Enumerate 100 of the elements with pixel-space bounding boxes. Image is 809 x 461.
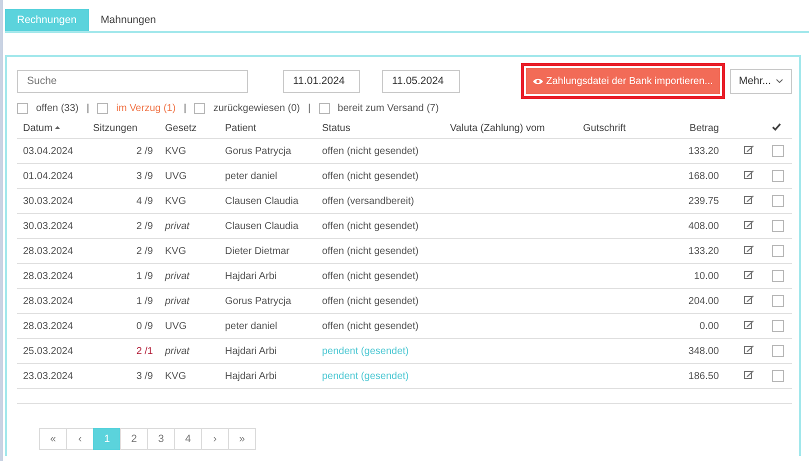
table-cell: Gorus Patrycja (225, 296, 292, 306)
edit-icon[interactable] (744, 195, 754, 204)
table-cell: Dieter Dietmar (225, 246, 290, 256)
date-field[interactable]: 11.05.2024 (382, 70, 460, 92)
table-cell: privat (165, 346, 190, 356)
page-button[interactable]: › (201, 428, 229, 450)
table-cell: 133.20 (688, 146, 719, 156)
edit-icon[interactable] (744, 370, 754, 379)
table-cell: KVG (165, 196, 186, 206)
table-cell: offen (nicht gesendet) (322, 246, 419, 256)
filter-label[interactable]: bereit zum Versand (7) (338, 102, 439, 114)
column-header[interactable]: Gutschrift (577, 118, 653, 138)
table-cell: 30.03.2024 (23, 196, 74, 206)
filter-label[interactable]: zurückgewiesen (0) (213, 102, 300, 114)
table-cell: Hajdari Arbi (225, 370, 277, 382)
more-button[interactable]: Mehr... (730, 68, 792, 94)
table-cell: 23.03.2024 (23, 370, 74, 382)
table-cell: privat (165, 270, 190, 282)
table-cell: 0 /9 (136, 320, 153, 332)
edit-icon[interactable] (744, 170, 754, 179)
table-cell: 168.00 (688, 170, 719, 182)
table-cell: 408.00 (688, 220, 719, 232)
table-cell: 2 /1 (136, 346, 153, 356)
column-header[interactable]: Sitzungen (87, 118, 159, 138)
table-cell: 25.03.2024 (23, 346, 74, 356)
table-cell: 204.00 (688, 296, 719, 306)
column-header[interactable]: Status (316, 118, 444, 138)
table-cell: Clausen Claudia (225, 196, 298, 206)
checkbox[interactable] (772, 345, 784, 357)
column-header[interactable]: Patient (219, 118, 316, 138)
column-header[interactable]: Betrag (653, 118, 725, 138)
table-cell: offen (nicht gesendet) (322, 220, 419, 232)
table-cell: 1 /9 (136, 296, 153, 306)
table-cell: 2 /9 (136, 246, 153, 256)
table-cell: 30.03.2024 (23, 220, 74, 232)
page-button[interactable]: « (39, 428, 67, 450)
table-cell: Clausen Claudia (225, 220, 298, 232)
checkmark-icon[interactable] (772, 122, 781, 130)
checkbox[interactable] (17, 102, 28, 114)
checkbox[interactable] (772, 370, 784, 382)
filter-label[interactable]: offen (33) (36, 102, 79, 114)
table-cell: offen (versandbereit) (322, 196, 414, 206)
edit-icon[interactable] (744, 145, 754, 154)
table-cell: 28.03.2024 (23, 270, 74, 282)
column-header[interactable]: Valuta (Zahlung) vom (444, 118, 577, 138)
column-header[interactable]: Datum (17, 118, 87, 138)
table-cell: offen (nicht gesendet) (322, 296, 419, 306)
table-cell: 01.04.2024 (23, 170, 74, 182)
table-cell: Hajdari Arbi (225, 346, 277, 356)
table-cell: Hajdari Arbi (225, 270, 277, 282)
table-cell: 3 /9 (136, 370, 153, 382)
table-cell: 28.03.2024 (23, 320, 74, 332)
tab[interactable]: Mahnungen (88, 9, 168, 31)
edit-icon[interactable] (744, 320, 754, 329)
separator: | (184, 102, 186, 114)
table-cell: privat (165, 296, 190, 306)
separator: | (308, 102, 311, 114)
table-cell: KVG (165, 146, 186, 156)
table-cell: 28.03.2024 (23, 296, 74, 306)
edit-icon[interactable] (744, 220, 754, 229)
checkbox[interactable] (97, 102, 108, 114)
date-field[interactable]: 11.01.2024 (283, 70, 360, 92)
checkbox[interactable] (772, 295, 784, 307)
checkbox[interactable] (194, 102, 206, 114)
table-cell: 10.00 (694, 270, 719, 282)
table-cell: 348.00 (688, 346, 719, 356)
table-cell: peter daniel (225, 170, 278, 182)
table-cell: peter daniel (225, 320, 278, 332)
page-button[interactable]: 3 (147, 428, 175, 450)
table-cell: privat (165, 220, 190, 232)
checkbox[interactable] (772, 195, 784, 207)
table-cell: 133.20 (688, 246, 719, 256)
table-cell: 4 /9 (136, 196, 153, 206)
checkbox[interactable] (772, 245, 784, 257)
search-field[interactable]: Suche (17, 70, 248, 92)
checkbox[interactable] (772, 270, 784, 282)
table-cell: UVG (165, 170, 187, 182)
edit-icon[interactable] (744, 245, 754, 254)
checkbox[interactable] (318, 102, 330, 114)
eye-icon (533, 78, 544, 84)
page-button[interactable]: ‹ (66, 428, 94, 450)
page-button[interactable]: 2 (120, 428, 148, 450)
table-cell: 03.04.2024 (23, 146, 74, 156)
edit-icon[interactable] (744, 295, 754, 304)
table-cell: 2 /9 (136, 146, 153, 156)
page-button[interactable]: » (228, 428, 256, 450)
checkbox[interactable] (772, 320, 784, 332)
table-cell: 2 /9 (136, 220, 153, 232)
chevron-down-icon (776, 79, 783, 83)
table-cell: Gorus Patrycja (225, 146, 292, 156)
table-cell: UVG (165, 320, 187, 332)
checkbox[interactable] (772, 145, 784, 157)
edit-icon[interactable] (744, 345, 754, 354)
table-cell: KVG (165, 370, 186, 382)
table-cell: offen (nicht gesendet) (322, 320, 419, 332)
checkbox[interactable] (772, 170, 784, 182)
page-button[interactable]: 4 (174, 428, 202, 450)
edit-icon[interactable] (744, 270, 754, 279)
column-header[interactable]: Gesetz (159, 118, 219, 138)
checkbox[interactable] (772, 220, 784, 232)
